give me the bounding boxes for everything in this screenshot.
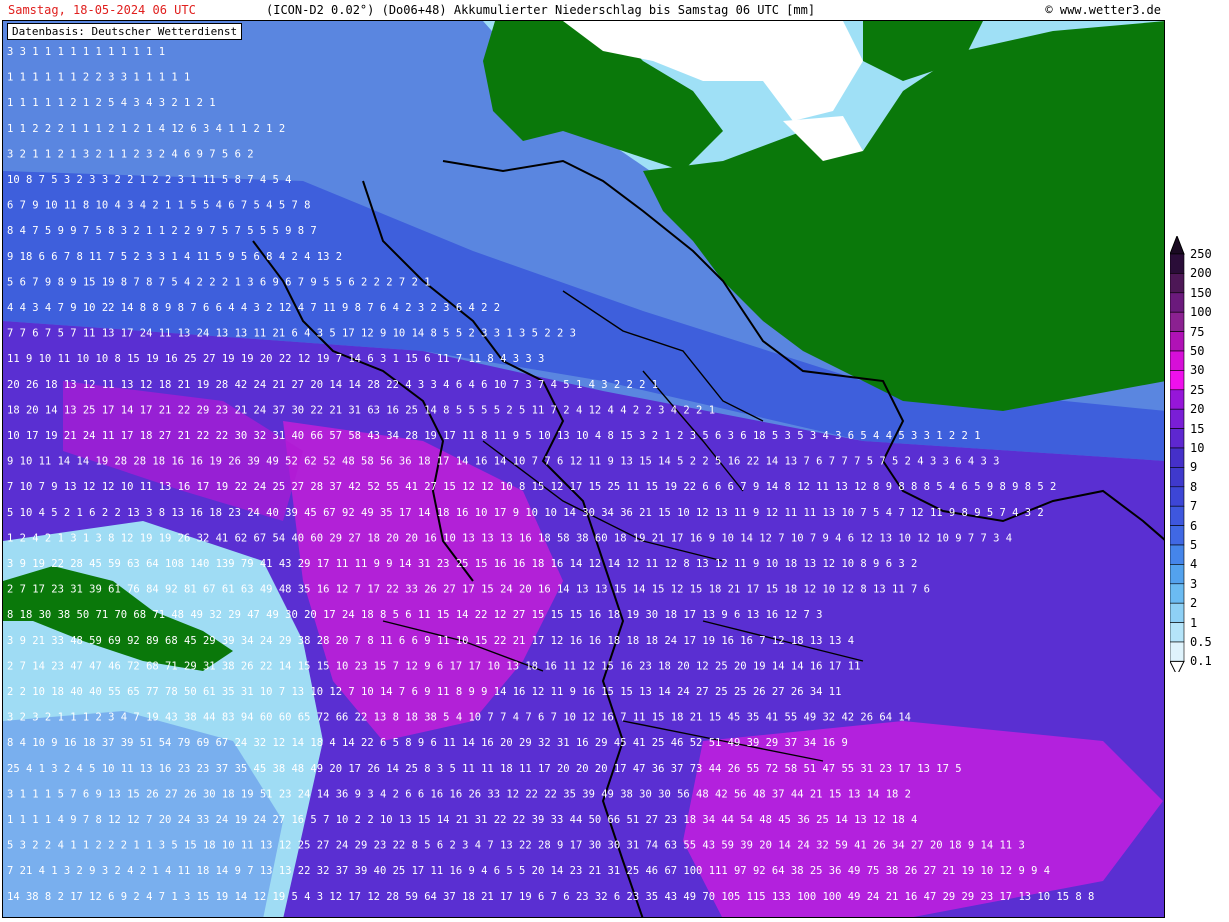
- legend-swatch: [1170, 253, 1185, 274]
- legend-swatch: [1170, 408, 1185, 429]
- legend-label: 6: [1190, 518, 1198, 533]
- legend-label: 200: [1190, 266, 1212, 281]
- precip-value-row: 14 38 8 2 17 12 6 9 2 4 7 1 3 15 19 14 1…: [7, 891, 1094, 903]
- precip-value-row: 2 2 10 18 40 40 55 65 77 78 50 61 35 31 …: [7, 686, 841, 698]
- precip-value-row: 1 1 1 1 1 1 2 2 3 3 1 1 1 1 1: [7, 72, 190, 84]
- legend-label: 75: [1190, 324, 1205, 339]
- legend-label: 7: [1190, 499, 1198, 514]
- precip-value-row: 10 8 7 5 3 2 3 3 2 2 1 2 2 3 1 11 5 8 7 …: [7, 174, 291, 186]
- legend-swatch: [1170, 292, 1185, 313]
- legend-label: 5: [1190, 538, 1198, 552]
- precip-value-row: 3 9 21 33 48 59 69 92 89 68 45 29 39 34 …: [7, 635, 854, 647]
- precip-value-row: 10 17 19 21 24 11 17 18 27 21 22 22 30 3…: [7, 430, 981, 442]
- legend-swatch: [1170, 641, 1185, 662]
- legend-swatch: [1170, 467, 1185, 488]
- precip-value-row: 3 2 1 1 2 1 3 2 1 1 2 3 2 4 6 9 7 5 6 2: [7, 148, 254, 160]
- legend-label: 0.5: [1190, 635, 1212, 649]
- precip-value-row: 5 6 7 9 8 9 15 19 8 7 8 7 5 4 2 2 2 1 3 …: [7, 276, 431, 288]
- legend-label: 30: [1190, 363, 1205, 378]
- precip-value-row: 3 9 19 22 28 45 59 63 64 108 140 139 79 …: [7, 558, 917, 570]
- precip-value-row: 11 9 10 11 10 10 8 15 19 16 25 27 19 19 …: [7, 353, 544, 365]
- legend-label: 8: [1190, 479, 1198, 494]
- legend-label: 250: [1190, 247, 1212, 261]
- legend-swatch: [1170, 602, 1185, 623]
- precip-value-row: 7 10 7 9 13 12 12 10 11 13 16 17 19 22 2…: [7, 481, 1056, 493]
- precip-value-row: 8 18 30 38 50 71 70 68 71 48 49 32 29 47…: [7, 609, 822, 621]
- precip-value-row: 18 20 14 13 25 17 14 17 21 22 29 23 21 2…: [7, 404, 715, 416]
- legend-swatch: [1170, 544, 1185, 565]
- legend-label: 2: [1190, 596, 1198, 611]
- color-legend: 250 200 150 100 75 50 30 25 20 15 10 9 8 7 6 5 4 3 2 1 0.5 0.…: [1166, 236, 1229, 672]
- precip-value-row: 4 4 3 4 7 9 10 22 14 8 8 9 8 7 6 6 4 4 3…: [7, 302, 500, 314]
- legend-swatch: [1170, 564, 1185, 585]
- precip-value-row: 3 1 1 1 5 7 6 9 13 15 26 27 26 30 18 19 …: [7, 788, 911, 800]
- precip-value-row: 7 7 6 7 5 7 11 13 17 24 11 13 24 13 13 1…: [7, 328, 576, 340]
- copyright-label: © www.wetter3.de: [1045, 3, 1161, 17]
- legend-swatch: [1170, 273, 1185, 294]
- precip-value-row: 1 2 4 2 1 3 1 3 8 12 19 19 26 32 41 62 6…: [7, 532, 1012, 544]
- legend-swatch: [1170, 350, 1185, 371]
- precip-value-row: 20 26 18 13 12 11 13 12 18 21 19 28 42 2…: [7, 379, 658, 391]
- precip-value-row: 2 7 14 23 47 47 46 72 68 71 29 31 38 26 …: [7, 660, 860, 672]
- legend-label: 50: [1190, 344, 1205, 358]
- precip-value-row: 5 3 2 2 4 1 1 2 2 2 1 1 3 5 15 18 10 11 …: [7, 840, 1025, 852]
- legend-color-bar: [1170, 236, 1185, 672]
- precip-value-row: 2 7 17 23 31 39 61 76 84 92 81 67 61 63 …: [7, 584, 930, 596]
- legend-arrow-top: [1170, 236, 1185, 255]
- precip-value-row: 25 4 1 3 2 4 5 10 11 13 16 23 23 37 35 4…: [7, 763, 962, 775]
- precip-value-row: 3 3 1 1 1 1 1 1 1 1 1 1 1: [7, 46, 165, 58]
- legend-swatch: [1170, 370, 1185, 391]
- precip-value-row: 5 10 4 5 2 1 6 2 2 13 3 8 13 16 18 23 24…: [7, 507, 1044, 519]
- legend-label: 25: [1190, 382, 1205, 397]
- legend-label: 0.1: [1190, 654, 1212, 669]
- model-description: (ICON-D2 0.02°) (Do06+48) Akkumulierter …: [266, 3, 816, 17]
- legend-swatch: [1170, 428, 1185, 449]
- legend-label: 9: [1190, 460, 1198, 475]
- precip-value-row: 1 1 1 1 4 9 7 8 12 12 7 20 24 33 24 19 2…: [7, 814, 917, 826]
- legend-swatch: [1170, 486, 1185, 507]
- legend-swatch: [1170, 583, 1185, 604]
- legend-label: 150: [1190, 285, 1212, 300]
- precip-value-row: 9 10 11 14 14 19 28 28 18 16 16 19 26 39…: [7, 456, 999, 468]
- precipitation-map: 3 3 1 1 1 1 1 1 1 1 1 1 1 1 1 1 1 1 1 2 2…: [2, 20, 1165, 918]
- legend-swatch: [1170, 331, 1185, 352]
- precip-value-row: 9 18 6 6 7 8 11 7 5 2 3 3 1 4 11 5 9 5 6…: [7, 251, 342, 263]
- legend-swatch: [1170, 447, 1185, 468]
- legend-label: 20: [1190, 402, 1205, 417]
- header-bar: Samstag, 18-05-2024 06 UTC (ICON-D2 0.02…: [0, 0, 1229, 20]
- precip-value-row: 3 2 3 2 1 1 1 2 3 4 7 19 43 38 44 83 94 …: [7, 712, 911, 724]
- legend-swatch: [1170, 622, 1185, 643]
- legend-swatch: [1170, 311, 1185, 332]
- legend-swatch: [1170, 525, 1185, 546]
- legend-swatch: [1170, 389, 1185, 410]
- precip-value-row: 8 4 7 5 9 9 7 5 8 3 2 1 1 2 2 9 7 5 7 5 …: [7, 225, 317, 237]
- legend-label: 100: [1190, 305, 1212, 320]
- precip-value-row: 7 21 4 1 3 2 9 3 2 4 2 1 4 11 18 14 9 7 …: [7, 865, 1050, 877]
- legend-label: 10: [1190, 441, 1205, 455]
- legend-swatch: [1170, 505, 1185, 526]
- precip-value-row: 1 1 2 2 2 1 1 1 2 1 2 1 4 12 6 3 4 1 1 2…: [7, 123, 285, 135]
- map-canvas: 3 3 1 1 1 1 1 1 1 1 1 1 1 1 1 1 1 1 1 2 2…: [3, 21, 1164, 917]
- legend-label: 4: [1190, 557, 1198, 572]
- precip-value-row: 6 7 9 10 11 8 10 4 3 4 2 1 1 5 5 4 6 7 5…: [7, 200, 310, 212]
- legend-label: 1: [1190, 615, 1198, 630]
- legend-label: 15: [1190, 421, 1205, 436]
- valid-date-label: Samstag, 18-05-2024 06 UTC: [8, 3, 196, 17]
- legend-arrow-bottom: [1170, 660, 1185, 672]
- source-label: Datenbasis: Deutscher Wetterdienst: [7, 23, 243, 40]
- precip-value-row: 8 4 10 9 16 18 37 39 51 54 79 69 67 24 3…: [7, 737, 848, 749]
- legend-label: 3: [1190, 576, 1198, 591]
- precip-value-row: 1 1 1 1 1 2 1 2 5 4 3 4 3 2 1 2 1: [7, 97, 216, 109]
